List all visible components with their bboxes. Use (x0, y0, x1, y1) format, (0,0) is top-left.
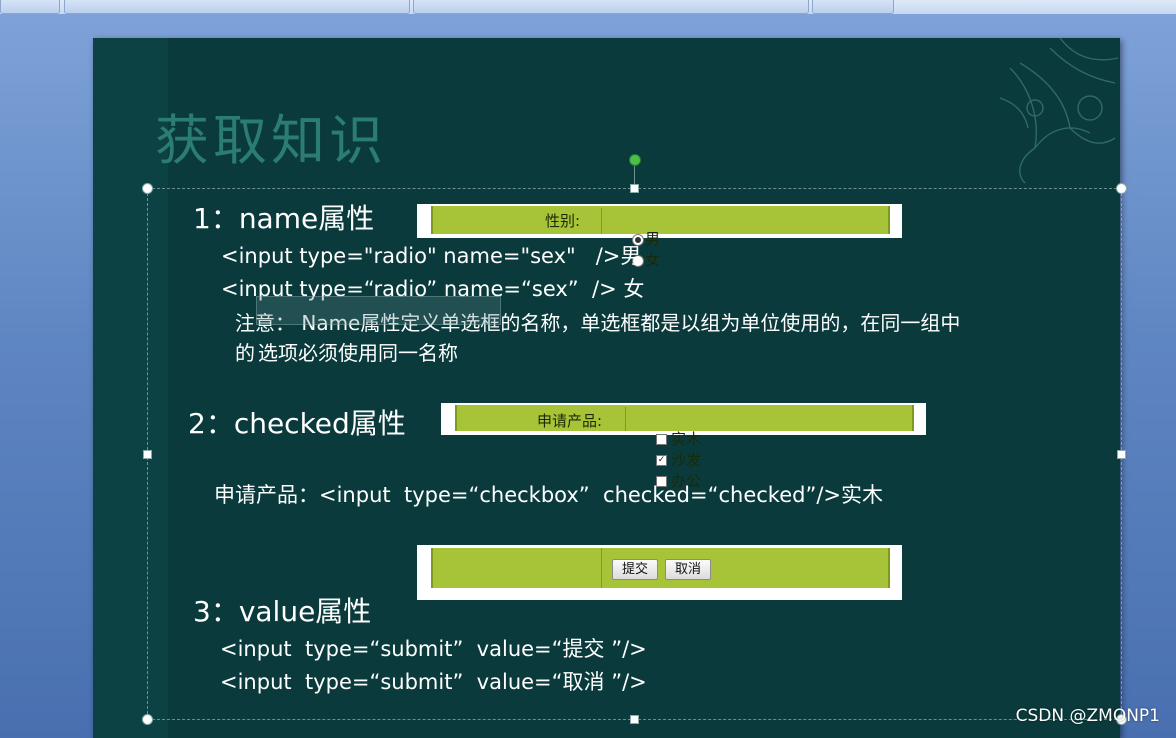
checkbox-checked-icon: ✓ (656, 455, 668, 466)
resize-handle-top-left[interactable] (142, 183, 153, 194)
demo-cancel-button: 取消 (665, 559, 711, 580)
checkbox-option-wood: 实木 (671, 430, 702, 448)
resize-handle-top-right[interactable] (1116, 183, 1127, 194)
checkbox-unchecked-icon (656, 434, 668, 445)
slide-title: 获取知识 (155, 109, 387, 172)
section1-note-line2-selected: 选项必须使用同一名称 (258, 341, 458, 365)
resize-handle-right[interactable] (1117, 450, 1126, 459)
section1-code-line1: <input type="radio" name="sex" />男 (221, 244, 642, 268)
watermark: CSDN @ZMONP1 (1015, 706, 1160, 726)
radio-option-female: 女 (645, 251, 661, 269)
section3-code-line1: <input type=“submit” value=“提交 ”/> (220, 637, 647, 661)
ribbon-group-editing[interactable] (812, 0, 894, 14)
resize-handle-bottom[interactable] (630, 715, 639, 724)
text-selection-highlight (256, 296, 501, 325)
demo-submit-button: 提交 (612, 559, 658, 580)
rotation-handle[interactable] (629, 154, 641, 166)
decorative-ornament (999, 38, 1119, 184)
section3-heading: 3：value属性 (193, 595, 372, 628)
ribbon-group-1[interactable] (0, 0, 60, 14)
radio-option-male: 男 (645, 230, 661, 248)
section2-heading: 2：checked属性 (188, 407, 406, 440)
resize-handle-bottom-left[interactable] (142, 714, 153, 725)
section3-code-line2: <input type=“submit” value=“取消 ”/> (220, 670, 647, 694)
checkbox-demo-label: 申请产品: (537, 412, 603, 430)
buttons-demo-image: 提交 取消 (417, 545, 902, 600)
checkbox-demo-image: 申请产品: 实木 ✓ 沙发 办公 (441, 403, 926, 490)
ribbon-group-drawing[interactable] (413, 0, 809, 14)
radio-demo-label: 性别: (545, 212, 581, 230)
resize-handle-top[interactable] (630, 184, 639, 193)
checkbox-option-sofa: 沙发 (671, 451, 702, 469)
radio-demo-image: 性别: 男 女 (417, 204, 902, 269)
section1-note-line2-prefix: 的 (235, 341, 255, 365)
ribbon-group-paragraph[interactable] (64, 0, 410, 14)
section1-heading: 1：name属性 (193, 202, 375, 235)
resize-handle-left[interactable] (143, 450, 152, 459)
ribbon-bar (0, 0, 1176, 15)
section2-code-line: 申请产品：<input type=“checkbox” checked=“che… (214, 483, 884, 507)
